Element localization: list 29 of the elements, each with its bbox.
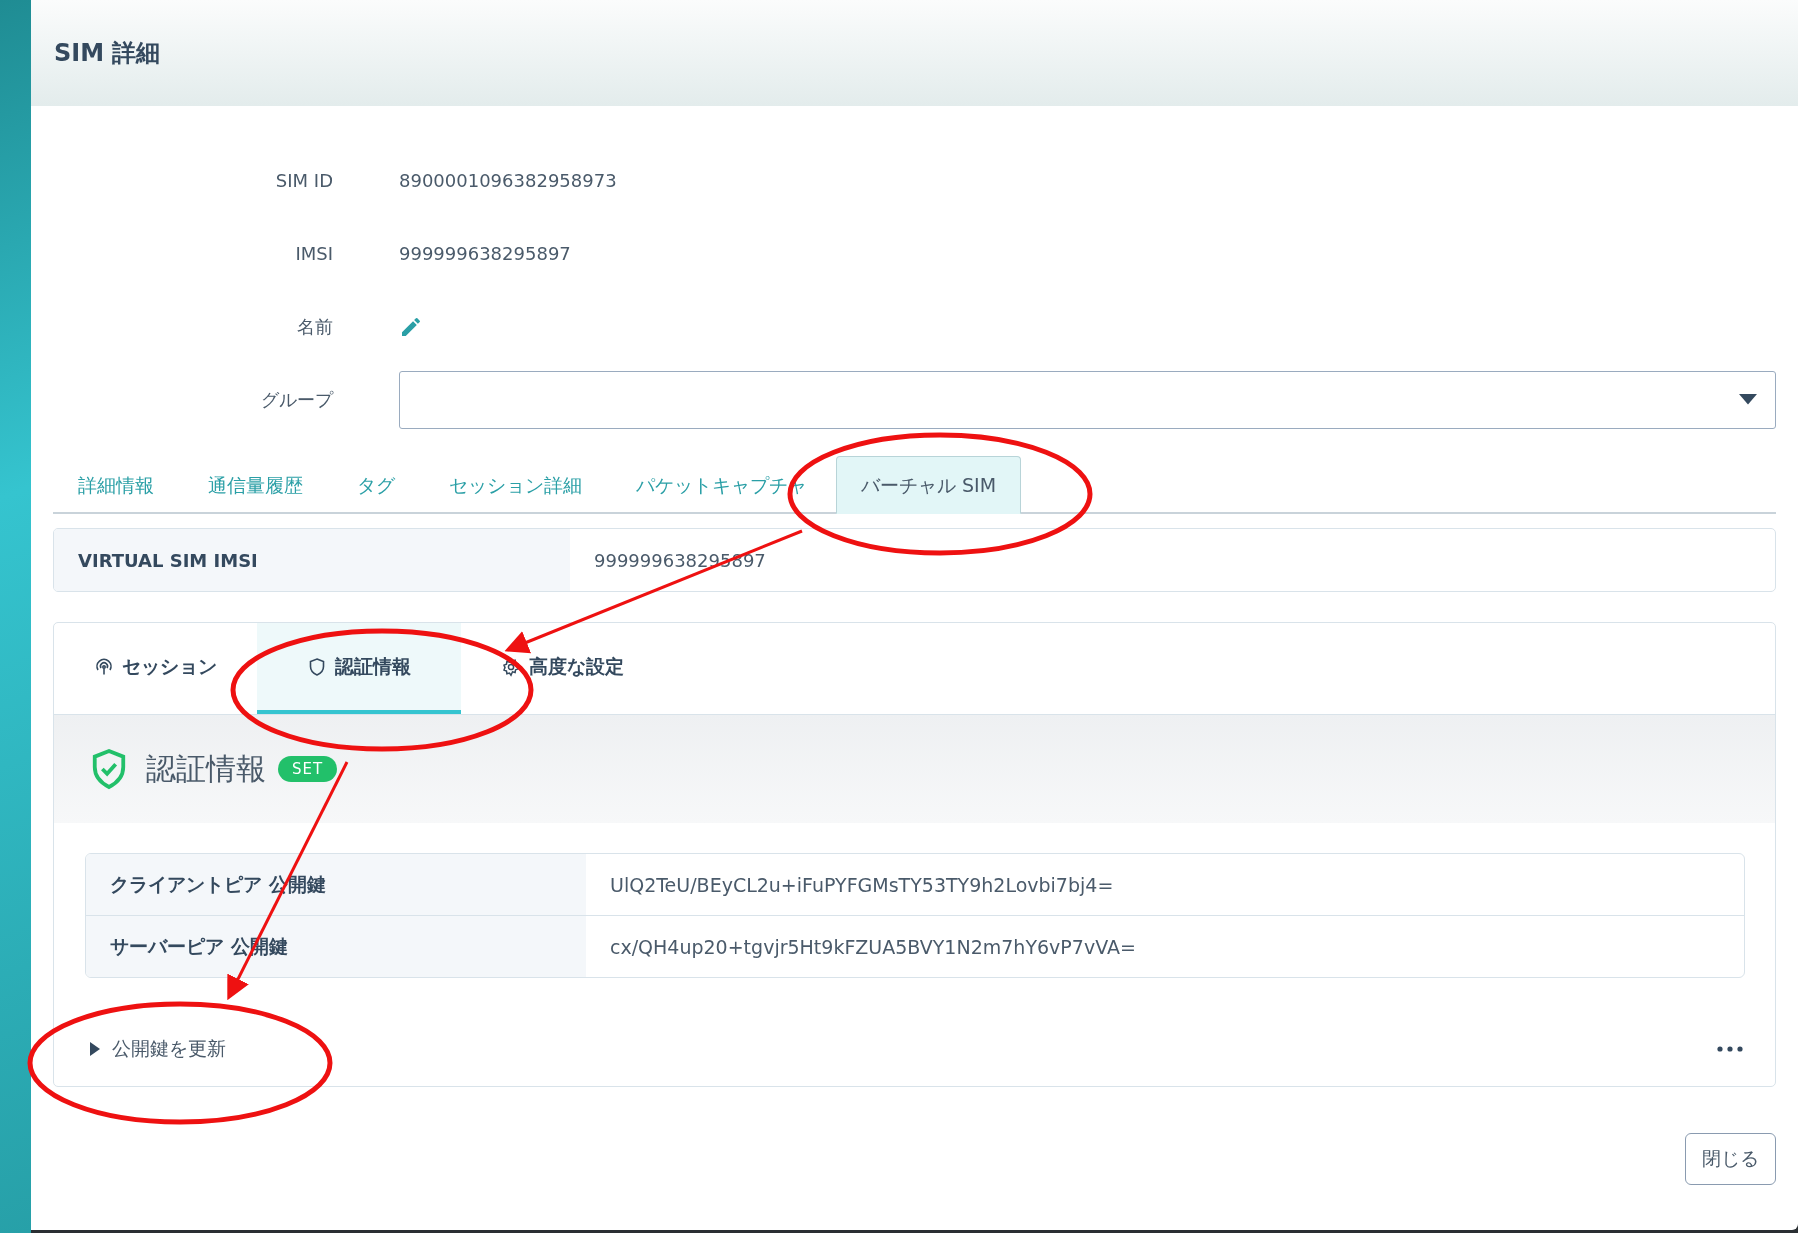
tab[interactable]: 詳細情報	[53, 456, 179, 514]
table-header-cell: VIRTUAL SIM IMSI	[54, 529, 570, 591]
table-cell-text: cx/QH4up20+tgvjr5Ht9kFZUA5BVY1N2m7hY6vP7vVA=	[609, 934, 1136, 960]
subtab[interactable]: 認証情報	[257, 623, 461, 714]
caret-down-icon	[1739, 393, 1757, 406]
shield-icon	[307, 656, 327, 677]
field-label: SIM ID	[274, 170, 333, 191]
subtab[interactable]: 高度な設定	[461, 623, 664, 714]
field-value: 999999638295897	[399, 243, 571, 264]
caret-icon	[90, 1041, 100, 1057]
close-button[interactable]: 閉じる	[1685, 1133, 1776, 1185]
tab[interactable]: セッション詳細	[424, 456, 607, 514]
gear-icon	[501, 656, 521, 677]
tab[interactable]: タグ	[332, 456, 420, 514]
subtab[interactable]: セッション	[54, 623, 257, 714]
expander-toggle[interactable]: 公開鍵を更新	[90, 1036, 226, 1062]
group-select[interactable]	[399, 370, 1776, 429]
window-title: SIM 詳細	[54, 38, 161, 69]
section-title: 認証情報	[146, 749, 266, 788]
signal-icon	[94, 656, 114, 677]
table-cell-text: UlQ2TeU/BEyCL2u+iFuPYFGMsTY53TY9h2Lovbi7bj4=	[609, 872, 1114, 898]
status-badge: SET	[278, 756, 338, 782]
field-label: 名前	[296, 314, 333, 339]
field-value: 8900001096382958973	[399, 170, 617, 191]
tab[interactable]: バーチャル SIM	[836, 456, 1022, 514]
field-label: IMSI	[294, 243, 333, 264]
field-label: グループ	[260, 387, 333, 412]
shield-check-icon	[90, 747, 128, 791]
more-icon[interactable]	[1717, 1046, 1743, 1052]
